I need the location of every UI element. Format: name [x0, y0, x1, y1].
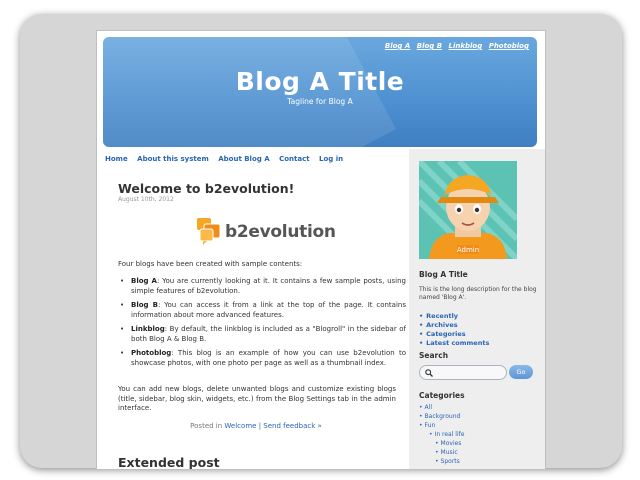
post-title[interactable]: Extended post: [118, 455, 220, 469]
item-text: : By default, the linkblog is included a…: [131, 325, 406, 343]
item-text: : You are currently looking at it. It co…: [131, 277, 406, 295]
blog-link-photoblog[interactable]: Photoblog: [489, 42, 529, 50]
post-title[interactable]: Welcome to b2evolution!: [118, 181, 294, 196]
category-item[interactable]: In real life: [419, 430, 465, 439]
b2evolution-logo: b2evolution: [195, 216, 336, 248]
avatar[interactable]: Admin: [419, 161, 517, 259]
logo-text: b2evolution: [225, 222, 336, 242]
list-item: Blog B: You can access it from a link at…: [120, 301, 406, 320]
search-icon: [425, 369, 433, 377]
main-content: Welcome to b2evolution! August 10th, 201…: [103, 173, 409, 469]
speech-bubbles-icon: [197, 218, 221, 245]
sidebar-blog-title: Blog A Title: [419, 270, 468, 279]
menu-about-blog[interactable]: About Blog A: [218, 155, 269, 163]
item-name: Linkblog: [131, 325, 165, 333]
posted-in-label: Posted in: [190, 422, 223, 430]
category-link[interactable]: Welcome: [224, 422, 256, 430]
sidebar: Admin Blog A Title This is the long desc…: [409, 149, 545, 469]
blog-title[interactable]: Blog A Title: [103, 67, 537, 96]
sidebar-link-recently[interactable]: Recently: [419, 312, 489, 321]
item-name: Blog B: [131, 301, 158, 309]
avatar-label: Admin: [457, 246, 479, 254]
menu-home[interactable]: Home: [105, 155, 128, 163]
blog-page: Blog A Blog B Linkblog Photoblog Blog A …: [96, 30, 546, 470]
menu-about-system[interactable]: About this system: [137, 155, 209, 163]
sidebar-description: This is the long description for the blo…: [419, 286, 537, 301]
category-list: All Background Fun In real life Movies M…: [419, 403, 465, 466]
item-text: : This blog is an example of how you can…: [131, 349, 406, 367]
item-text: : You can access it from a link at the t…: [131, 301, 406, 319]
blog-header: Blog A Blog B Linkblog Photoblog Blog A …: [103, 37, 537, 147]
post-footer: Posted in Welcome | Send feedback »: [103, 422, 409, 430]
blog-link-linkblog[interactable]: Linkblog: [449, 42, 483, 50]
post-date: August 10th, 2012: [118, 196, 174, 203]
category-item[interactable]: Movies: [419, 439, 464, 448]
search-heading: Search: [419, 351, 449, 360]
list-item: Blog A: You are currently looking at it.…: [120, 277, 406, 296]
blog-link-b[interactable]: Blog B: [417, 42, 442, 50]
menu-login[interactable]: Log in: [319, 155, 343, 163]
post-intro: Four blogs have been created with sample…: [118, 260, 303, 268]
sidebar-link-latest-comments[interactable]: Latest comments: [419, 339, 489, 348]
footer-separator: |: [258, 422, 262, 430]
list-item: Linkblog: By default, the linkblog is in…: [120, 325, 406, 344]
category-item[interactable]: Sports: [419, 457, 464, 466]
blog-list: Blog A: You are currently looking at it.…: [118, 277, 406, 373]
blog-link-a[interactable]: Blog A: [385, 42, 410, 50]
category-item[interactable]: Background: [419, 412, 464, 421]
list-item: Photoblog: This blog is an example of ho…: [120, 349, 406, 368]
category-item[interactable]: Music: [419, 448, 464, 457]
item-name: Photoblog: [131, 349, 172, 357]
send-feedback-link[interactable]: Send feedback »: [263, 422, 322, 430]
menu-contact[interactable]: Contact: [279, 155, 310, 163]
search-go-button[interactable]: Go: [509, 365, 533, 379]
search-input[interactable]: [419, 365, 507, 380]
sidebar-link-categories[interactable]: Categories: [419, 330, 489, 339]
sidebar-link-archives[interactable]: Archives: [419, 321, 489, 330]
blog-list-links: Blog A Blog B Linkblog Photoblog: [381, 42, 529, 50]
sidebar-links: Recently Archives Categories Latest comm…: [419, 312, 489, 348]
blog-tagline: Tagline for Blog A: [287, 97, 353, 106]
category-item[interactable]: Fun: [419, 421, 464, 430]
category-item[interactable]: All: [419, 403, 464, 412]
post-closing: You can add new blogs, delete unwanted b…: [118, 385, 396, 412]
main-menu: Home About this system About Blog A Cont…: [105, 155, 350, 163]
categories-heading: Categories: [419, 391, 465, 400]
item-name: Blog A: [131, 277, 157, 285]
